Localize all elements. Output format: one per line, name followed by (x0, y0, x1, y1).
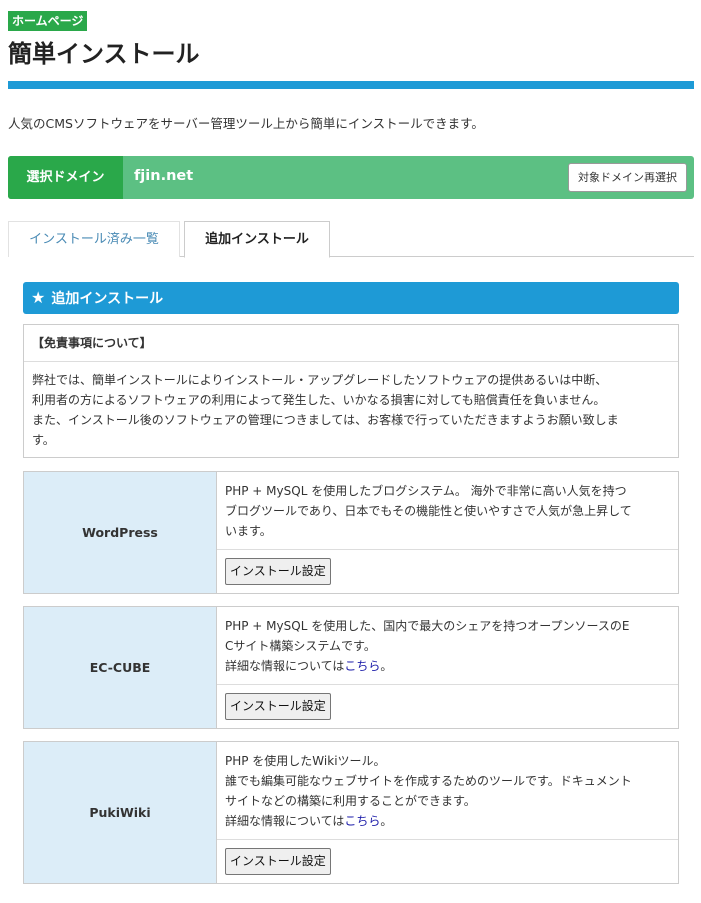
app-action: インストール設定 (217, 840, 678, 883)
app-description: PHP + MySQL を使用した、国内で最大のシェアを持つオープンソースのE … (217, 607, 678, 685)
app-name: PukiWiki (24, 742, 217, 883)
disclaimer-line: また、インストール後のソフトウェアの管理につきましては、お客様で行っていただきま… (32, 413, 619, 427)
app-desc-line: います。 (225, 524, 272, 538)
app-name: WordPress (24, 472, 217, 593)
disclaimer-text: 弊社では、簡単インストールによりインストール・アップグレードしたソフトウェアの提… (24, 362, 678, 450)
disclaimer-line: 弊社では、簡単インストールによりインストール・アップグレードしたソフトウェアの提… (32, 373, 608, 387)
details-link[interactable]: こちら (344, 659, 380, 673)
app-body: PHP を使用したWikiツール。 誰でも編集可能なウェブサイトを作成するための… (217, 742, 678, 883)
app-description: PHP を使用したWikiツール。 誰でも編集可能なウェブサイトを作成するための… (217, 742, 678, 840)
app-row-ec-cube: EC-CUBE PHP + MySQL を使用した、国内で最大のシェアを持つオー… (23, 606, 679, 729)
info-suffix: 。 (380, 814, 393, 828)
app-body: PHP + MySQL を使用した、国内で最大のシェアを持つオープンソースのE … (217, 607, 678, 728)
intro-text: 人気のCMSソフトウェアをサーバー管理ツール上から簡単にインストールできます。 (8, 116, 484, 131)
app-action: インストール設定 (217, 685, 678, 728)
domain-bar: 選択ドメイン fjin.net 対象ドメイン再選択 (8, 156, 694, 199)
app-info-line: 詳細な情報についてはこちら。 (225, 811, 670, 831)
app-desc-line: Cサイト構築システムです。 (225, 639, 376, 653)
page-title: 簡単インストール (8, 40, 200, 68)
install-settings-button[interactable]: インストール設定 (225, 848, 331, 875)
install-settings-button[interactable]: インストール設定 (225, 693, 331, 720)
app-row-pukiwiki: PukiWiki PHP を使用したWikiツール。 誰でも編集可能なウェブサイ… (23, 741, 679, 884)
app-desc-line: PHP + MySQL を使用した、国内で最大のシェアを持つオープンソースのE (225, 619, 630, 633)
homepage-badge: ホームページ (8, 11, 88, 31)
disclaimer-line: す。 (32, 433, 55, 447)
info-prefix: 詳細な情報については (225, 659, 345, 673)
tab-add-install[interactable]: 追加インストール (184, 221, 330, 258)
selected-domain-label: 選択ドメイン (8, 156, 123, 199)
app-info-line: 詳細な情報についてはこちら。 (225, 656, 670, 676)
tab-bar: インストール済み一覧 追加インストール (8, 221, 694, 258)
disclaimer-box: 【免責事項について】 弊社では、簡単インストールによりインストール・アップグレー… (23, 324, 679, 458)
disclaimer-title: 【免責事項について】 (24, 325, 678, 362)
app-description: PHP + MySQL を使用したブログシステム。 海外で非常に高い人気を持つ … (217, 472, 678, 550)
details-link[interactable]: こちら (344, 814, 380, 828)
app-desc-line: PHP + MySQL を使用したブログシステム。 海外で非常に高い人気を持つ (225, 484, 627, 498)
app-desc-line: ブログツールであり、日本でもその機能性と使いやすさで人気が急上昇して (225, 504, 632, 518)
app-desc-line: 誰でも編集可能なウェブサイトを作成するためのツールです。ドキュメント (225, 774, 632, 788)
star-icon: ★ (31, 288, 46, 307)
selected-domain-value: fjin.net (134, 168, 194, 184)
app-body: PHP + MySQL を使用したブログシステム。 海外で非常に高い人気を持つ … (217, 472, 678, 593)
app-action: インストール設定 (217, 550, 678, 593)
title-divider (8, 81, 694, 89)
tab-installed-list[interactable]: インストール済み一覧 (8, 221, 180, 257)
app-row-wordpress: WordPress PHP + MySQL を使用したブログシステム。 海外で非… (23, 471, 679, 594)
install-settings-button[interactable]: インストール設定 (225, 558, 331, 585)
section-title: 追加インストール (51, 291, 164, 307)
app-desc-line: サイトなどの構築に利用することができます。 (225, 794, 476, 808)
info-suffix: 。 (380, 659, 393, 673)
app-name: EC-CUBE (24, 607, 217, 728)
disclaimer-line: 利用者の方によるソフトウェアの利用によって発生した、いかなる損害に対しても賠償責… (32, 393, 606, 407)
reselect-domain-button[interactable]: 対象ドメイン再選択 (568, 163, 687, 192)
info-prefix: 詳細な情報については (225, 814, 345, 828)
app-desc-line: PHP を使用したWikiツール。 (225, 754, 386, 768)
section-header: ★ 追加インストール (23, 282, 679, 314)
